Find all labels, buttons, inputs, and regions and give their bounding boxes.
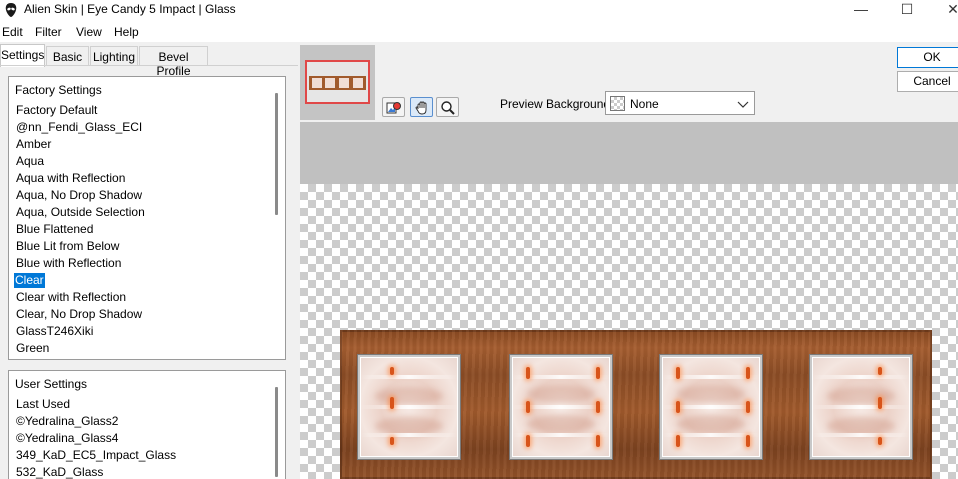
glass-tile xyxy=(358,355,460,459)
preview-background-dropdown[interactable]: None xyxy=(605,91,755,115)
hand-tool-button[interactable] xyxy=(410,97,433,117)
list-item[interactable]: 349_KaD_EC5_Impact_Glass xyxy=(15,448,177,463)
user-settings-list[interactable]: User Settings Last Used ©Yedralina_Glass… xyxy=(8,370,286,479)
tab-settings[interactable]: Settings xyxy=(0,44,45,67)
factory-settings-heading: Factory Settings xyxy=(15,83,102,97)
window-title: Alien Skin | Eye Candy 5 Impact | Glass xyxy=(24,2,236,16)
list-item[interactable]: Blue with Reflection xyxy=(15,256,122,271)
list-item[interactable]: Clear, No Drop Shadow xyxy=(15,307,143,322)
list-item[interactable]: Last Used xyxy=(15,397,71,412)
title-bar: Alien Skin | Eye Candy 5 Impact | Glass … xyxy=(0,0,958,22)
menu-edit[interactable]: Edit xyxy=(2,25,23,39)
list-item[interactable]: Aqua xyxy=(15,154,45,169)
list-item[interactable]: 532_KaD_Glass xyxy=(15,465,104,479)
navigator-viewport-frame[interactable] xyxy=(305,60,370,104)
list-item[interactable]: Factory Default xyxy=(15,103,98,118)
factory-list-scrollbar[interactable] xyxy=(275,93,278,215)
zoom-icon xyxy=(441,101,455,115)
menu-view[interactable]: View xyxy=(76,25,102,39)
maximize-button[interactable]: ☐ xyxy=(884,0,930,22)
list-item[interactable]: Aqua, No Drop Shadow xyxy=(15,188,143,203)
thumbnail-preview-image xyxy=(307,62,368,102)
list-item[interactable]: ©Yedralina_Glass2 xyxy=(15,414,119,429)
preview-toggle-button[interactable] xyxy=(382,97,405,117)
list-item[interactable]: ©Yedralina_Glass4 xyxy=(15,431,119,446)
alien-skin-app-icon xyxy=(3,2,19,18)
list-item-selected[interactable]: Clear xyxy=(14,273,45,288)
list-item[interactable]: Clear with Reflection xyxy=(15,290,127,305)
list-item[interactable]: Aqua with Reflection xyxy=(15,171,126,186)
tab-basic[interactable]: Basic xyxy=(46,46,89,66)
tabs-divider xyxy=(0,65,298,66)
zoom-tool-button[interactable] xyxy=(436,97,459,117)
preview-background-label: Preview Background: xyxy=(500,97,614,111)
glass-tile xyxy=(810,355,912,459)
tab-lighting[interactable]: Lighting xyxy=(90,46,138,66)
chevron-down-icon xyxy=(737,98,749,112)
transparent-swatch-icon xyxy=(610,96,625,111)
list-item[interactable]: Green xyxy=(15,341,50,356)
menu-help[interactable]: Help xyxy=(114,25,139,39)
hand-icon xyxy=(415,101,427,115)
user-settings-heading: User Settings xyxy=(15,377,88,391)
cancel-button[interactable]: Cancel xyxy=(897,71,958,92)
glass-tile xyxy=(660,355,762,459)
wood-frame-image xyxy=(340,330,932,479)
tab-bevel-profile[interactable]: Bevel Profile xyxy=(139,46,208,78)
list-item[interactable]: Aqua, Outside Selection xyxy=(15,205,146,220)
factory-settings-list[interactable]: Factory Settings Factory Default @nn_Fen… xyxy=(8,76,286,360)
list-item[interactable]: Blue Flattened xyxy=(15,222,94,237)
preview-gray-band xyxy=(300,122,958,184)
list-item[interactable]: @nn_Fendi_Glass_ECI xyxy=(15,120,143,135)
list-item[interactable]: Blue Lit from Below xyxy=(15,239,120,254)
minimize-button[interactable]: — xyxy=(838,0,884,22)
list-item[interactable]: GlassT246Xiki xyxy=(15,324,94,339)
close-button[interactable]: ✕ xyxy=(930,0,958,22)
glass-tile xyxy=(510,355,612,459)
menu-filter[interactable]: Filter xyxy=(35,25,62,39)
user-list-scrollbar[interactable] xyxy=(275,387,278,477)
preview-icon xyxy=(386,102,401,114)
ok-button[interactable]: OK xyxy=(897,47,958,68)
list-item[interactable]: Amber xyxy=(15,137,52,152)
preview-background-value: None xyxy=(630,97,659,111)
menu-bar: Edit Filter View Help xyxy=(0,22,958,42)
